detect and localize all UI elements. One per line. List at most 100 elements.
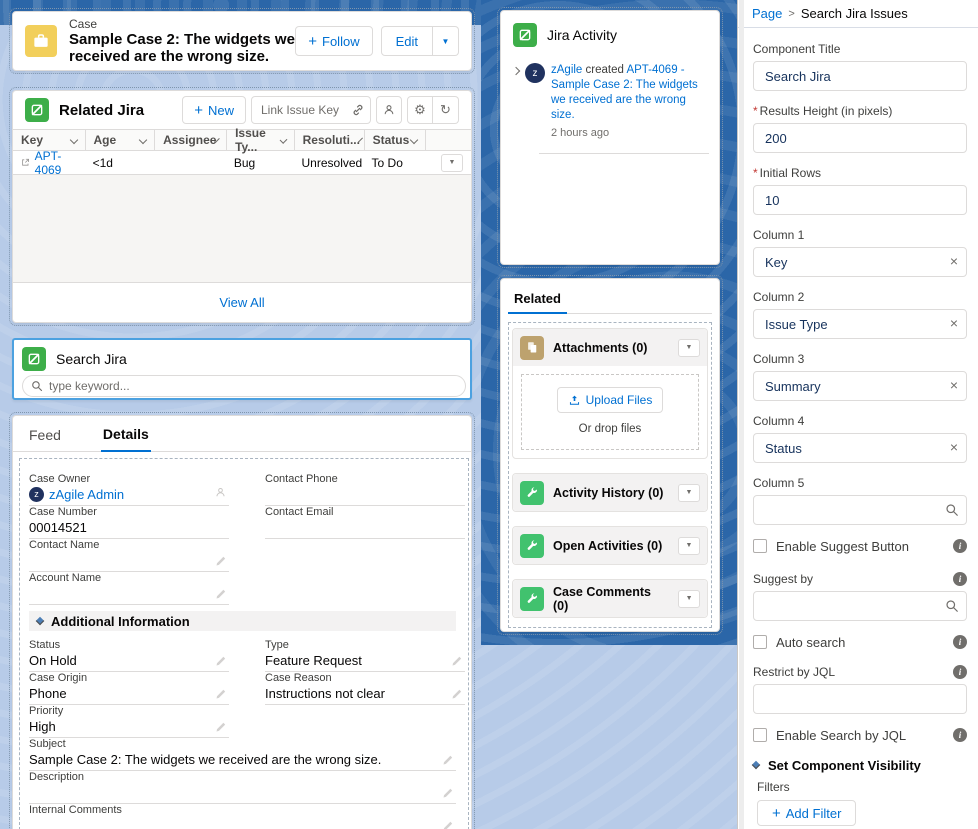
assign-user-button[interactable] [376, 96, 402, 124]
info-icon[interactable]: i [953, 572, 967, 586]
case-owner-link[interactable]: zAgile Admin [49, 486, 124, 503]
tab-details[interactable]: Details [101, 418, 151, 452]
column-header-assignee[interactable]: Assignee [154, 130, 226, 150]
field-internal-comments: Internal Comments [29, 804, 456, 829]
search-jira-card-selected[interactable]: Search Jira [12, 338, 472, 400]
row-actions-button[interactable]: ▼ [441, 154, 463, 172]
change-owner-icon[interactable] [214, 486, 227, 499]
activity-history-card: Activity History (0) ▼ [512, 473, 708, 512]
column3-field: Column 3 × [753, 351, 967, 401]
case-title: Sample Case 2: The widgets we received a… [69, 31, 295, 65]
search-jira-title: Search Jira [56, 351, 127, 367]
edit-pencil-icon[interactable] [215, 588, 227, 600]
column2-input[interactable] [753, 309, 967, 339]
tab-related[interactable]: Related [508, 287, 567, 314]
tab-feed[interactable]: Feed [27, 419, 63, 451]
field-contact-name: Contact Name [29, 539, 229, 572]
expand-chevron-icon[interactable] [512, 67, 520, 75]
case-comments-card: Case Comments (0) ▼ [512, 579, 708, 618]
field-description: Description [29, 771, 456, 804]
breadcrumb-page-link[interactable]: Page [752, 6, 782, 21]
edit-pencil-icon[interactable] [451, 655, 463, 667]
auto-search-checkbox[interactable] [753, 635, 767, 649]
component-properties-panel: Page > Search Jira Issues Component Titl… [737, 0, 978, 829]
column1-field: Column 1 × [753, 227, 967, 277]
caret-down-icon: ▼ [686, 489, 693, 496]
enable-jql-row: Enable Search by JQL i [753, 726, 967, 744]
edit-pencil-icon[interactable] [451, 688, 463, 700]
required-asterisk: * [753, 104, 758, 118]
clear-icon[interactable]: × [950, 253, 958, 269]
section-additional-information[interactable]: Additional Information [29, 611, 456, 631]
case-comments-title: Case Comments (0) [553, 585, 669, 613]
jira-component-icon [513, 23, 537, 47]
clear-icon[interactable]: × [950, 377, 958, 393]
upload-files-button[interactable]: Upload Files [557, 387, 664, 413]
column-header-status[interactable]: Status [364, 130, 426, 150]
info-icon[interactable]: i [953, 665, 967, 679]
file-drop-zone[interactable]: Upload Files Or drop files [521, 374, 699, 450]
cell-resolution: Unresolved [294, 156, 364, 170]
keyword-search-input[interactable] [22, 375, 466, 397]
edit-button[interactable]: Edit [381, 26, 433, 56]
column1-input[interactable] [753, 247, 967, 277]
activity-actor-link[interactable]: zAgile [551, 64, 582, 76]
edit-pencil-icon[interactable] [442, 754, 454, 766]
add-filter-button[interactable]: + Add Filter [757, 800, 856, 826]
new-issue-button[interactable]: + New [182, 96, 246, 124]
open-activities-actions-button[interactable]: ▼ [678, 537, 700, 555]
clear-icon[interactable]: × [950, 315, 958, 331]
briefcase-icon [31, 31, 51, 51]
avatar: z [29, 487, 44, 502]
filters-label: Filters [757, 780, 967, 794]
edit-pencil-icon[interactable] [215, 655, 227, 667]
chevron-down-icon [36, 617, 44, 625]
view-all-link[interactable]: View All [219, 295, 264, 310]
edit-pencil-icon[interactable] [215, 555, 227, 567]
field-contact-phone: Contact Phone [265, 473, 465, 506]
enable-jql-checkbox[interactable] [753, 728, 767, 742]
settings-button[interactable]: ⚙ [407, 96, 433, 124]
follow-button[interactable]: + Follow [295, 26, 372, 56]
breadcrumb-current: Search Jira Issues [801, 6, 908, 21]
enable-suggest-checkbox[interactable] [753, 539, 767, 553]
external-link-icon [21, 157, 30, 168]
restrict-jql-field: Restrict by JQLi [753, 664, 967, 714]
caret-down-icon: ▼ [686, 344, 693, 351]
issue-key-link[interactable]: APT-4069 [35, 149, 77, 177]
column-header-age[interactable]: Age [85, 130, 155, 150]
edit-pencil-icon[interactable] [442, 820, 454, 829]
info-icon[interactable]: i [953, 728, 967, 742]
activity-history-actions-button[interactable]: ▼ [678, 484, 700, 502]
more-actions-button[interactable]: ▼ [433, 26, 459, 56]
column5-input[interactable] [753, 495, 967, 525]
results-height-input[interactable] [753, 123, 967, 153]
scrollbar[interactable] [739, 0, 744, 829]
info-icon[interactable]: i [953, 539, 967, 553]
refresh-button[interactable]: ↻ [433, 96, 459, 124]
link-issue-key-field [251, 96, 371, 124]
field-priority: Priority High [29, 705, 229, 738]
column-header-key[interactable]: Key [13, 130, 85, 150]
component-title-input[interactable] [753, 61, 967, 91]
column-header-issue-type[interactable]: Issue Ty... [226, 130, 294, 150]
case-comments-actions-button[interactable]: ▼ [678, 590, 700, 608]
edit-pencil-icon[interactable] [442, 787, 454, 799]
column4-input[interactable] [753, 433, 967, 463]
refresh-icon: ↻ [440, 102, 451, 118]
suggest-by-input[interactable] [753, 591, 967, 621]
edit-pencil-icon[interactable] [215, 721, 227, 733]
clear-icon[interactable]: × [950, 439, 958, 455]
initial-rows-input[interactable] [753, 185, 967, 215]
restrict-jql-input[interactable] [753, 684, 967, 714]
search-icon [31, 380, 43, 392]
attachments-actions-button[interactable]: ▼ [678, 339, 700, 357]
lightning-app-builder-canvas: Case Sample Case 2: The widgets we recei… [0, 0, 978, 829]
jira-activity-card: Jira Activity z zAgile created APT-4069 … [500, 10, 720, 265]
column3-input[interactable] [753, 371, 967, 401]
edit-pencil-icon[interactable] [215, 688, 227, 700]
info-icon[interactable]: i [953, 635, 967, 649]
auto-search-row: Auto search i [753, 633, 967, 651]
set-component-visibility-section[interactable]: Set Component Visibility [753, 756, 967, 774]
column-header-resolution[interactable]: Resoluti... [294, 130, 364, 150]
